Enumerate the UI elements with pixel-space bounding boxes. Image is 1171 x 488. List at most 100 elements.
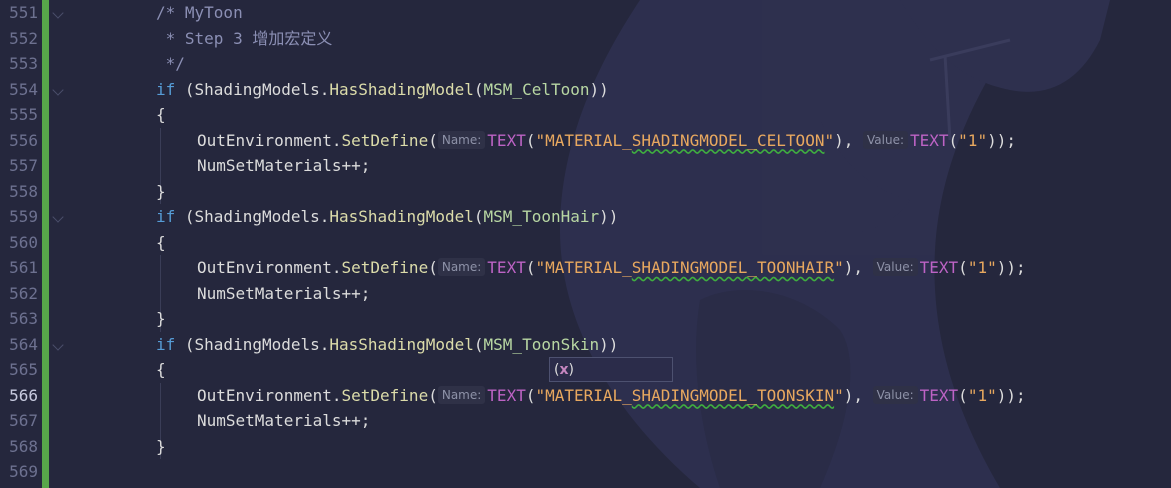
code-text: } <box>156 306 166 332</box>
string-literal: "MATERIAL_SHADINGMODEL_TOONHAIR" <box>535 258 844 277</box>
line-number: 558 <box>9 181 38 201</box>
line-number: 564 <box>9 334 38 354</box>
macro: TEXT <box>487 258 526 277</box>
function-name: SetDefine <box>341 385 429 405</box>
line-number: 561 <box>9 258 38 277</box>
parameter-hint: Name: <box>437 130 486 149</box>
line-number: 562 <box>9 283 38 303</box>
code-line[interactable]: 553 */ <box>0 51 1171 77</box>
function-name: SetDefine <box>341 130 429 150</box>
quick-info-tooltip: (x) <box>549 357 673 382</box>
code-text: { <box>156 357 166 383</box>
identifier: (ShadingModels. <box>175 334 330 354</box>
line-number: 563 <box>9 309 38 328</box>
line-number: 566 <box>9 385 38 405</box>
macro: TEXT <box>487 130 526 150</box>
punctuation: ( <box>428 130 438 150</box>
line-number: 567 <box>9 411 38 430</box>
line-number: 565 <box>9 360 38 379</box>
line-number: 555 <box>9 105 38 124</box>
code-text: OutEnvironment.SetDefine(Name: TEXT("MATE… <box>197 128 1016 154</box>
punctuation: ( <box>473 334 484 354</box>
code-line[interactable]: 569 <box>0 459 1171 485</box>
identifier: (ShadingModels. <box>175 79 330 99</box>
punctuation: )); <box>996 385 1026 405</box>
brace: } <box>156 309 166 328</box>
brace: } <box>156 436 166 456</box>
code-line[interactable]: 566 OutEnvironment.SetDefine(Name: TEXT("M… <box>0 383 1171 409</box>
code-text: { <box>156 230 166 256</box>
code-text: if (ShadingModels.HasShadingModel(MSM_To… <box>156 204 618 230</box>
function-name: HasShadingModel <box>329 207 474 226</box>
macro: TEXT <box>910 130 949 150</box>
code-line[interactable]: 551 /* MyToon <box>0 0 1171 26</box>
code-line[interactable]: 556 OutEnvironment.SetDefine(Name: TEXT("M… <box>0 128 1171 154</box>
fold-chevron-icon[interactable] <box>52 211 64 223</box>
enum-value: MSM_CelToon <box>483 79 590 99</box>
punctuation: ), <box>834 130 863 150</box>
code-line[interactable]: 554 if (ShadingModels.HasShadingModel(MSM… <box>0 77 1171 103</box>
identifier: OutEnvironment. <box>197 258 342 277</box>
string-literal: "1" <box>967 385 997 405</box>
code-text: /* MyToon <box>156 0 243 26</box>
code-line[interactable]: 562 NumSetMaterials++; <box>0 281 1171 307</box>
parameter-hint: Value: <box>872 258 918 276</box>
punctuation: )) <box>589 79 609 99</box>
punctuation: )) <box>599 207 619 226</box>
punctuation: ), <box>843 385 873 405</box>
enum-value: MSM_ToonSkin <box>483 334 600 354</box>
identifier: OutEnvironment. <box>197 385 342 405</box>
macro: TEXT <box>919 385 959 405</box>
line-number: 554 <box>9 79 38 99</box>
code-line[interactable]: 564 if (ShadingModels.HasShadingModel(MSM… <box>0 332 1171 358</box>
fold-chevron-icon[interactable] <box>52 83 64 96</box>
spelling-squiggle: SHADINGMODEL_CELTOON <box>631 130 825 150</box>
code-line[interactable]: 557 NumSetMaterials++; <box>0 153 1171 179</box>
function-name: SetDefine <box>341 258 429 277</box>
code-text: OutEnvironment.SetDefine(Name: TEXT("MATE… <box>197 255 1026 281</box>
keyword: if <box>156 334 176 354</box>
code-line[interactable]: 555 { <box>0 102 1171 128</box>
keyword: if <box>156 207 176 226</box>
function-name: HasShadingModel <box>329 334 474 354</box>
brace: { <box>156 232 166 252</box>
code-text: { <box>156 102 166 128</box>
code-line[interactable]: 563} <box>0 306 1171 332</box>
punctuation: ), <box>843 258 873 277</box>
code-line[interactable]: 560 { <box>0 230 1171 256</box>
code-line[interactable]: 559 if (ShadingModels.HasShadingModel(MSM… <box>0 204 1171 230</box>
fold-chevron-icon[interactable] <box>52 7 64 19</box>
brace: } <box>156 181 166 201</box>
code-line[interactable]: 568} <box>0 434 1171 460</box>
line-number: 559 <box>9 207 38 226</box>
parameter-hint: Name: <box>437 258 486 276</box>
code-text: NumSetMaterials++; <box>197 281 370 307</box>
line-number: 551 <box>9 3 38 22</box>
spelling-squiggle: SHADINGMODEL_TOONSKIN <box>631 385 835 405</box>
fold-chevron-icon[interactable] <box>52 338 64 351</box>
enum-value: MSM_ToonHair <box>483 207 600 226</box>
code-text: if (ShadingModels.HasShadingModel(MSM_Ce… <box>156 77 609 103</box>
code-text: */ <box>156 51 185 77</box>
line-number: 560 <box>9 232 38 252</box>
code-text: OutEnvironment.SetDefine(Name: TEXT("MATE… <box>197 383 1026 409</box>
line-number: 552 <box>9 28 38 48</box>
code-text: NumSetMaterials++; <box>197 408 370 434</box>
parameter-hint: Value: <box>872 385 918 404</box>
comment: /* MyToon <box>156 3 243 22</box>
function-name: HasShadingModel <box>329 79 474 99</box>
code-line[interactable]: 552 * Step 3 增加宏定义 <box>0 26 1171 52</box>
punctuation: ( <box>428 385 438 405</box>
line-number: 556 <box>9 130 38 150</box>
punctuation: ( <box>473 207 484 226</box>
code-line[interactable]: 558} <box>0 179 1171 205</box>
code-text: } <box>156 179 166 205</box>
punctuation: )); <box>987 130 1016 150</box>
code-line[interactable]: 567 NumSetMaterials++; <box>0 408 1171 434</box>
statement: NumSetMaterials++; <box>197 156 371 175</box>
string-literal: "MATERIAL_SHADINGMODEL_TOONSKIN" <box>535 385 844 405</box>
brace: { <box>156 360 166 379</box>
line-number: 553 <box>9 54 38 73</box>
macro: TEXT <box>487 385 526 405</box>
code-line[interactable]: 561 OutEnvironment.SetDefine(Name: TEXT("M… <box>0 255 1171 281</box>
